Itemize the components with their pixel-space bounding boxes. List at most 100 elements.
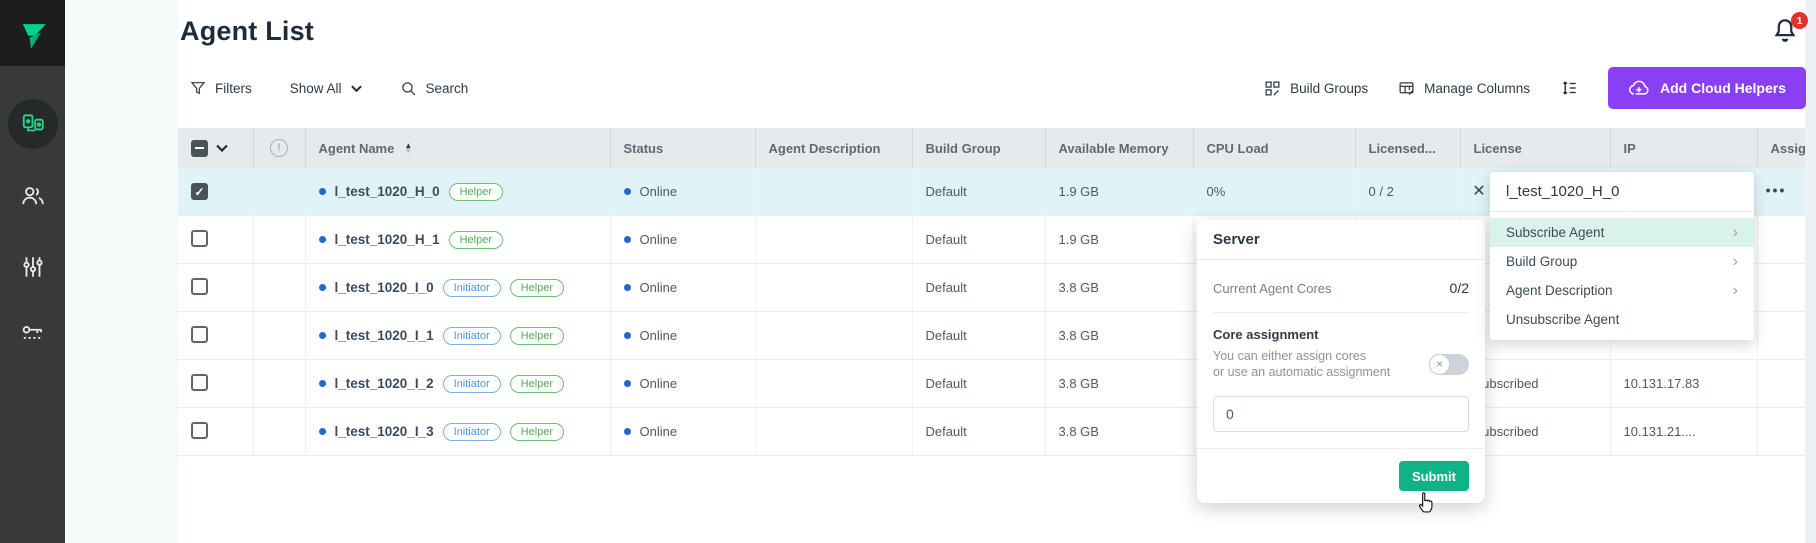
cell-memory: 3.8 GB xyxy=(1045,360,1193,408)
show-filter-dropdown[interactable]: Show All xyxy=(290,81,362,96)
status-text: Online xyxy=(640,280,678,295)
more-options-icon[interactable]: ••• xyxy=(1758,177,1794,203)
core-assignment-heading: Core assignment xyxy=(1213,327,1469,342)
cell-description xyxy=(755,408,912,456)
col-memory[interactable]: Available Memory xyxy=(1045,128,1193,168)
row-checkbox[interactable] xyxy=(191,278,208,295)
col-agent-name[interactable]: Agent Name ▲▼ xyxy=(305,128,610,168)
sidebar-item-agents[interactable] xyxy=(0,99,65,149)
col-description[interactable]: Agent Description xyxy=(755,128,912,168)
cell-licensed: 0 / 2 xyxy=(1355,168,1460,216)
manage-columns-button[interactable]: Manage Columns xyxy=(1398,80,1530,97)
cell-assigned xyxy=(1757,216,1805,264)
sidebar-item-settings[interactable] xyxy=(0,242,65,292)
row-checkbox[interactable] xyxy=(191,183,208,200)
submit-button[interactable]: Submit xyxy=(1399,461,1469,491)
context-menu-items: Subscribe Agent›Build Group›Agent Descri… xyxy=(1490,218,1754,334)
online-status-dot-icon xyxy=(624,332,631,339)
cell-build-group: Default xyxy=(912,408,1045,456)
cores-input[interactable] xyxy=(1213,396,1469,432)
cell-description xyxy=(755,216,912,264)
agent-name-text: l_test_1020_H_0 xyxy=(335,184,440,199)
table-header-row: ! Agent Name ▲▼ Status Agent Description… xyxy=(178,128,1805,168)
context-menu-title: l_test_1020_H_0 xyxy=(1490,172,1754,212)
search-placeholder: Search xyxy=(426,81,469,96)
sidebar xyxy=(0,0,65,543)
cell-select xyxy=(178,360,253,408)
col-alerts: ! xyxy=(253,128,305,168)
menu-item[interactable]: Subscribe Agent› xyxy=(1490,218,1754,247)
col-build-group[interactable]: Build Group xyxy=(912,128,1045,168)
chevron-right-icon: › xyxy=(1733,285,1738,297)
cell-cpu: 0% xyxy=(1193,168,1355,216)
col-cpu[interactable]: CPU Load xyxy=(1193,128,1355,168)
notifications-button[interactable]: 1 xyxy=(1770,16,1806,52)
sidebar-item-users[interactable] xyxy=(0,171,65,221)
cell-status: Online xyxy=(610,312,755,360)
row-checkbox[interactable] xyxy=(191,374,208,391)
agent-role-badge: Helper xyxy=(510,327,564,345)
scrollbar-track[interactable] xyxy=(1805,0,1816,543)
build-groups-icon xyxy=(1264,80,1281,97)
agent-status-dot-icon xyxy=(319,380,326,387)
cell-memory: 1.9 GB xyxy=(1045,216,1193,264)
row-density-button[interactable] xyxy=(1560,79,1578,97)
agent-status-dot-icon xyxy=(319,284,326,291)
table-row[interactable]: l_test_1020_I_2InitiatorHelperOnlineDefa… xyxy=(178,360,1805,408)
cell-agent-name[interactable]: l_test_1020_I_2InitiatorHelper xyxy=(305,360,610,408)
users-icon xyxy=(20,183,46,209)
logo-icon xyxy=(14,14,52,52)
add-cloud-helpers-button[interactable]: Add Cloud Helpers xyxy=(1608,67,1806,109)
auto-assignment-toggle[interactable]: ✕ xyxy=(1429,354,1469,375)
cell-agent-name[interactable]: l_test_1020_H_1Helper xyxy=(305,216,610,264)
cell-description xyxy=(755,168,912,216)
sidebar-item-license[interactable] xyxy=(0,308,65,358)
menu-item[interactable]: Build Group› xyxy=(1490,247,1754,276)
core-assignment-popover: Server Current Agent Cores 0/2 Core assi… xyxy=(1197,220,1485,503)
col-license[interactable]: License xyxy=(1460,128,1610,168)
status-text: Online xyxy=(640,328,678,343)
cell-memory: 3.8 GB xyxy=(1045,264,1193,312)
cloud-plus-icon xyxy=(1628,79,1650,97)
online-status-dot-icon xyxy=(624,188,631,195)
cell-agent-name[interactable]: l_test_1020_I_3 Initiator Helper xyxy=(305,408,610,456)
agent-role-badge: Initiator xyxy=(443,423,501,441)
col-status[interactable]: Status xyxy=(610,128,755,168)
sliders-icon xyxy=(20,254,46,280)
cell-assigned xyxy=(1757,312,1805,360)
agent-name-text: l_test_1020_I_3 xyxy=(335,424,434,439)
row-checkbox[interactable] xyxy=(191,326,208,343)
filters-button[interactable]: Filters xyxy=(190,80,252,96)
row-checkbox[interactable] xyxy=(191,422,208,439)
agent-role-badge: Helper xyxy=(510,423,564,441)
cell-agent-name[interactable]: l_test_1020_H_0Helper xyxy=(305,168,610,216)
agents-icon xyxy=(20,111,46,137)
current-cores-value: 0/2 xyxy=(1450,280,1469,296)
col-assigned[interactable]: Assigned... xyxy=(1757,128,1805,168)
menu-item[interactable]: Unsubscribe Agent xyxy=(1490,305,1754,334)
sort-icon[interactable]: ▲▼ xyxy=(404,143,412,153)
agent-role-badge: Initiator xyxy=(443,375,501,393)
col-ip[interactable]: IP xyxy=(1610,128,1757,168)
cell-alerts xyxy=(253,312,305,360)
search-icon xyxy=(400,80,417,97)
table-row[interactable]: l_test_1020_I_3 Initiator Helper Online Defa… xyxy=(178,408,1805,456)
menu-item[interactable]: Agent Description› xyxy=(1490,276,1754,305)
app-logo[interactable] xyxy=(0,0,65,66)
agent-name-text: l_test_1020_I_0 xyxy=(335,280,434,295)
select-menu-chevron-icon[interactable] xyxy=(216,144,228,152)
search-input[interactable]: Search xyxy=(400,80,469,97)
cell-alerts xyxy=(253,264,305,312)
cell-agent-name[interactable]: l_test_1020_I_0InitiatorHelper xyxy=(305,264,610,312)
cell-agent-name[interactable]: l_test_1020_I_1InitiatorHelper xyxy=(305,312,610,360)
cell-status: Online xyxy=(610,408,755,456)
online-status-dot-icon xyxy=(624,236,631,243)
build-groups-button[interactable]: Build Groups xyxy=(1264,80,1368,97)
row-checkbox[interactable] xyxy=(191,230,208,247)
select-all-checkbox[interactable] xyxy=(191,140,208,157)
col-licensed[interactable]: Licensed... xyxy=(1355,128,1460,168)
cell-memory: 3.8 GB xyxy=(1045,408,1193,456)
cell-select xyxy=(178,216,253,264)
close-icon[interactable]: ✕ xyxy=(1466,178,1492,204)
agent-status-dot-icon xyxy=(319,188,326,195)
